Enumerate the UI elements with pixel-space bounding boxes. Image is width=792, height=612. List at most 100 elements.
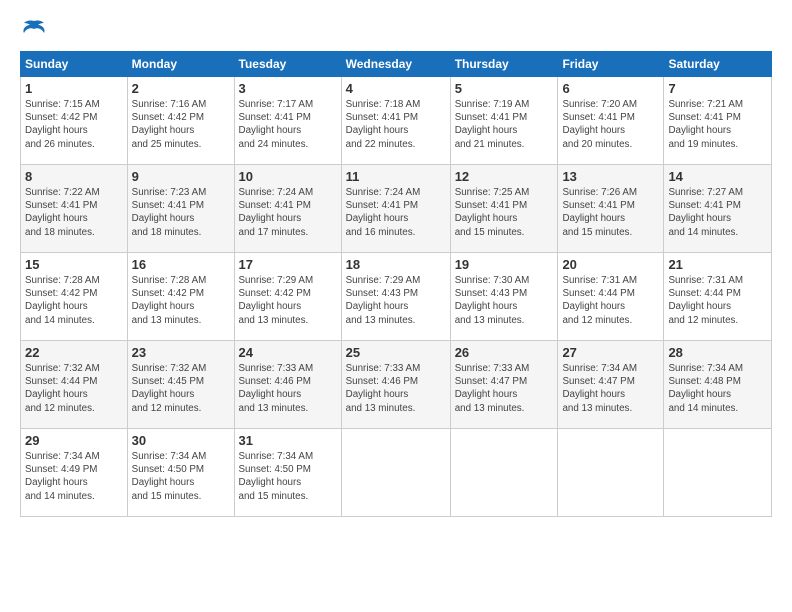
calendar-cell: 7 Sunrise: 7:21 AMSunset: 4:41 PMDaylight… <box>664 77 772 165</box>
day-info: Sunrise: 7:23 AMSunset: 4:41 PMDaylight … <box>132 186 230 239</box>
day-number: 25 <box>346 345 446 360</box>
day-info: Sunrise: 7:34 AMSunset: 4:47 PMDaylight … <box>562 362 659 415</box>
calendar-cell: 25 Sunrise: 7:33 AMSunset: 4:46 PMDayligh… <box>341 341 450 429</box>
day-info: Sunrise: 7:33 AMSunset: 4:47 PMDaylight … <box>455 362 554 415</box>
day-number: 16 <box>132 257 230 272</box>
calendar-cell: 6 Sunrise: 7:20 AMSunset: 4:41 PMDaylight… <box>558 77 664 165</box>
day-number: 20 <box>562 257 659 272</box>
calendar-cell: 15 Sunrise: 7:28 AMSunset: 4:42 PMDayligh… <box>21 253 128 341</box>
day-info: Sunrise: 7:25 AMSunset: 4:41 PMDaylight … <box>455 186 554 239</box>
day-of-week-header: Thursday <box>450 52 558 77</box>
day-info: Sunrise: 7:29 AMSunset: 4:43 PMDaylight … <box>346 274 446 327</box>
calendar-cell: 12 Sunrise: 7:25 AMSunset: 4:41 PMDayligh… <box>450 165 558 253</box>
day-number: 5 <box>455 81 554 96</box>
day-number: 10 <box>239 169 337 184</box>
calendar-cell: 20 Sunrise: 7:31 AMSunset: 4:44 PMDayligh… <box>558 253 664 341</box>
calendar-cell: 29 Sunrise: 7:34 AMSunset: 4:49 PMDayligh… <box>21 429 128 517</box>
day-info: Sunrise: 7:18 AMSunset: 4:41 PMDaylight … <box>346 98 446 151</box>
day-number: 2 <box>132 81 230 96</box>
calendar-cell: 24 Sunrise: 7:33 AMSunset: 4:46 PMDayligh… <box>234 341 341 429</box>
day-number: 11 <box>346 169 446 184</box>
day-number: 31 <box>239 433 337 448</box>
day-info: Sunrise: 7:24 AMSunset: 4:41 PMDaylight … <box>239 186 337 239</box>
day-info: Sunrise: 7:20 AMSunset: 4:41 PMDaylight … <box>562 98 659 151</box>
calendar-cell: 3Sunrise: 7:17 AMSunset: 4:41 PMDaylight… <box>234 77 341 165</box>
calendar-cell: 10 Sunrise: 7:24 AMSunset: 4:41 PMDayligh… <box>234 165 341 253</box>
day-info: Sunrise: 7:15 AMSunset: 4:42 PMDaylight … <box>25 98 123 151</box>
day-number: 17 <box>239 257 337 272</box>
calendar-cell: 28 Sunrise: 7:34 AMSunset: 4:48 PMDayligh… <box>664 341 772 429</box>
calendar-cell: 1 Sunrise: 7:15 AMSunset: 4:42 PMDaylight… <box>21 77 128 165</box>
calendar-cell: 4 Sunrise: 7:18 AMSunset: 4:41 PMDaylight… <box>341 77 450 165</box>
day-number: 9 <box>132 169 230 184</box>
day-info: Sunrise: 7:29 AMSunset: 4:42 PMDaylight … <box>239 274 337 327</box>
day-number: 3 <box>239 81 337 96</box>
day-info: Sunrise: 7:31 AMSunset: 4:44 PMDaylight … <box>562 274 659 327</box>
day-number: 19 <box>455 257 554 272</box>
day-info: Sunrise: 7:21 AMSunset: 4:41 PMDaylight … <box>668 98 767 151</box>
day-info: Sunrise: 7:30 AMSunset: 4:43 PMDaylight … <box>455 274 554 327</box>
calendar-cell: 31 Sunrise: 7:34 AMSunset: 4:50 PMDayligh… <box>234 429 341 517</box>
day-number: 21 <box>668 257 767 272</box>
calendar-cell: 11 Sunrise: 7:24 AMSunset: 4:41 PMDayligh… <box>341 165 450 253</box>
day-number: 28 <box>668 345 767 360</box>
day-of-week-header: Wednesday <box>341 52 450 77</box>
page: SundayMondayTuesdayWednesdayThursdayFrid… <box>0 0 792 612</box>
day-info: Sunrise: 7:33 AMSunset: 4:46 PMDaylight … <box>239 362 337 415</box>
calendar-cell: 21Sunrise: 7:31 AMSunset: 4:44 PMDayligh… <box>664 253 772 341</box>
calendar-cell: 18Sunrise: 7:29 AMSunset: 4:43 PMDayligh… <box>341 253 450 341</box>
calendar-cell <box>664 429 772 517</box>
calendar-cell: 8 Sunrise: 7:22 AMSunset: 4:41 PMDaylight… <box>21 165 128 253</box>
day-info: Sunrise: 7:34 AMSunset: 4:50 PMDaylight … <box>239 450 337 503</box>
day-info: Sunrise: 7:28 AMSunset: 4:42 PMDaylight … <box>25 274 123 327</box>
day-info: Sunrise: 7:27 AMSunset: 4:41 PMDaylight … <box>668 186 767 239</box>
day-number: 4 <box>346 81 446 96</box>
calendar-cell: 14 Sunrise: 7:27 AMSunset: 4:41 PMDayligh… <box>664 165 772 253</box>
day-number: 12 <box>455 169 554 184</box>
day-info: Sunrise: 7:34 AMSunset: 4:50 PMDaylight … <box>132 450 230 503</box>
calendar-cell: 17 Sunrise: 7:29 AMSunset: 4:42 PMDayligh… <box>234 253 341 341</box>
day-info: Sunrise: 7:33 AMSunset: 4:46 PMDaylight … <box>346 362 446 415</box>
day-number: 23 <box>132 345 230 360</box>
day-number: 26 <box>455 345 554 360</box>
day-info: Sunrise: 7:32 AMSunset: 4:45 PMDaylight … <box>132 362 230 415</box>
day-number: 29 <box>25 433 123 448</box>
day-of-week-header: Monday <box>127 52 234 77</box>
day-number: 30 <box>132 433 230 448</box>
day-number: 1 <box>25 81 123 96</box>
day-number: 8 <box>25 169 123 184</box>
logo <box>20 15 52 43</box>
calendar-cell: 5 Sunrise: 7:19 AMSunset: 4:41 PMDaylight… <box>450 77 558 165</box>
calendar-cell: 26 Sunrise: 7:33 AMSunset: 4:47 PMDayligh… <box>450 341 558 429</box>
day-of-week-header: Tuesday <box>234 52 341 77</box>
calendar-cell: 22Sunrise: 7:32 AMSunset: 4:44 PMDayligh… <box>21 341 128 429</box>
day-info: Sunrise: 7:22 AMSunset: 4:41 PMDaylight … <box>25 186 123 239</box>
day-number: 7 <box>668 81 767 96</box>
day-info: Sunrise: 7:24 AMSunset: 4:41 PMDaylight … <box>346 186 446 239</box>
logo-icon <box>20 15 48 43</box>
day-info: Sunrise: 7:34 AMSunset: 4:48 PMDaylight … <box>668 362 767 415</box>
calendar-cell: 27 Sunrise: 7:34 AMSunset: 4:47 PMDayligh… <box>558 341 664 429</box>
day-info: Sunrise: 7:26 AMSunset: 4:41 PMDaylight … <box>562 186 659 239</box>
calendar-cell <box>450 429 558 517</box>
calendar-cell: 16 Sunrise: 7:28 AMSunset: 4:42 PMDayligh… <box>127 253 234 341</box>
day-number: 6 <box>562 81 659 96</box>
calendar-cell: 23 Sunrise: 7:32 AMSunset: 4:45 PMDayligh… <box>127 341 234 429</box>
header <box>20 15 772 43</box>
day-info: Sunrise: 7:34 AMSunset: 4:49 PMDaylight … <box>25 450 123 503</box>
day-number: 14 <box>668 169 767 184</box>
day-number: 15 <box>25 257 123 272</box>
calendar-cell: 9 Sunrise: 7:23 AMSunset: 4:41 PMDaylight… <box>127 165 234 253</box>
calendar-cell <box>341 429 450 517</box>
day-number: 13 <box>562 169 659 184</box>
calendar-cell: 19 Sunrise: 7:30 AMSunset: 4:43 PMDayligh… <box>450 253 558 341</box>
day-number: 24 <box>239 345 337 360</box>
day-info: Sunrise: 7:16 AMSunset: 4:42 PMDaylight … <box>132 98 230 151</box>
calendar-cell: 2 Sunrise: 7:16 AMSunset: 4:42 PMDaylight… <box>127 77 234 165</box>
day-info: Sunrise: 7:28 AMSunset: 4:42 PMDaylight … <box>132 274 230 327</box>
day-number: 27 <box>562 345 659 360</box>
day-of-week-header: Friday <box>558 52 664 77</box>
calendar-cell: 13 Sunrise: 7:26 AMSunset: 4:41 PMDayligh… <box>558 165 664 253</box>
day-info: Sunrise: 7:19 AMSunset: 4:41 PMDaylight … <box>455 98 554 151</box>
day-of-week-header: Sunday <box>21 52 128 77</box>
